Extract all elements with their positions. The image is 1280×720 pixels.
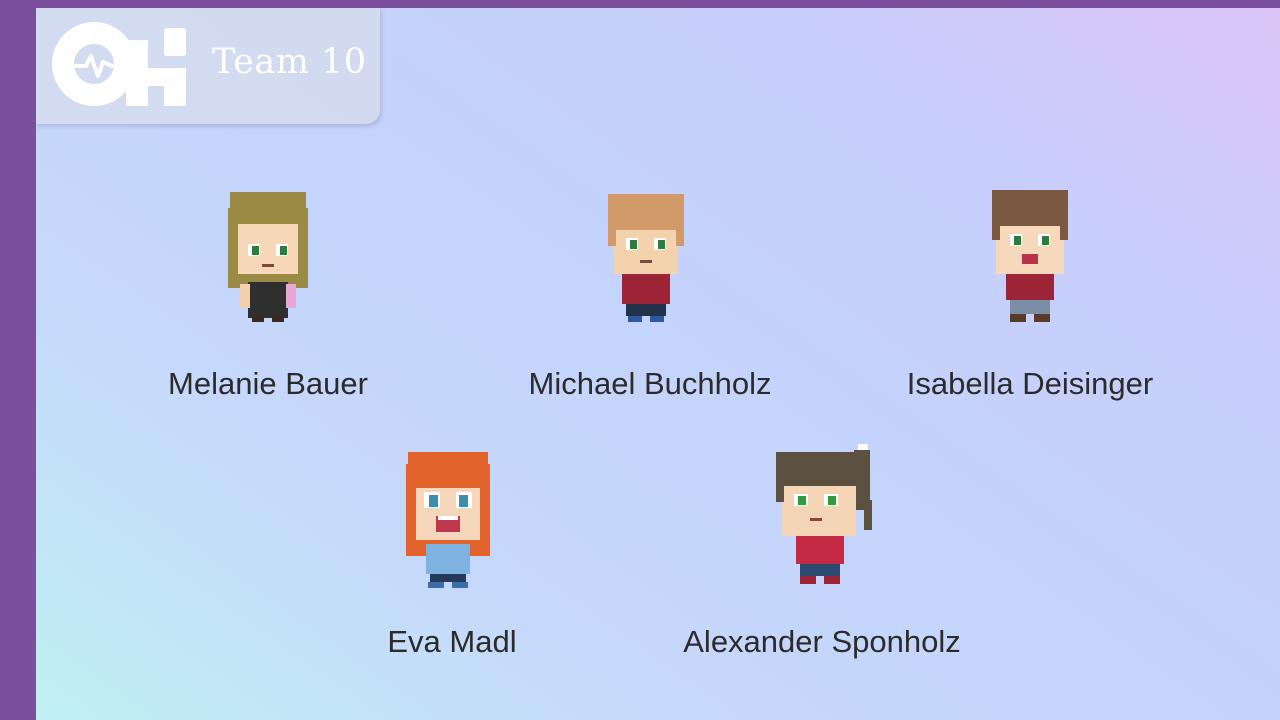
member-name: Michael Buchholz: [528, 366, 772, 401]
member-name: Melanie Bauer: [168, 366, 368, 401]
left-frame-strip: [0, 0, 36, 720]
heartbeat-logo-icon: [52, 22, 186, 106]
slide-canvas: Team 10 Melanie Bauer Michael Buchholz I…: [36, 8, 1280, 720]
member-name: Eva Madl: [387, 624, 517, 659]
slide-title: Team 10: [212, 42, 367, 82]
pixel-avatar-icon: [406, 452, 490, 588]
pixel-avatar-icon: [992, 190, 1068, 322]
pixel-avatar-icon: [608, 194, 684, 322]
pixel-avatar-icon: [228, 192, 308, 322]
member-name: Alexander Sponholz: [683, 624, 961, 659]
member-name: Isabella Deisinger: [906, 366, 1154, 401]
top-frame-strip: [0, 0, 1280, 8]
logo-header: Team 10: [36, 8, 380, 124]
pixel-avatar-icon: [776, 444, 872, 584]
